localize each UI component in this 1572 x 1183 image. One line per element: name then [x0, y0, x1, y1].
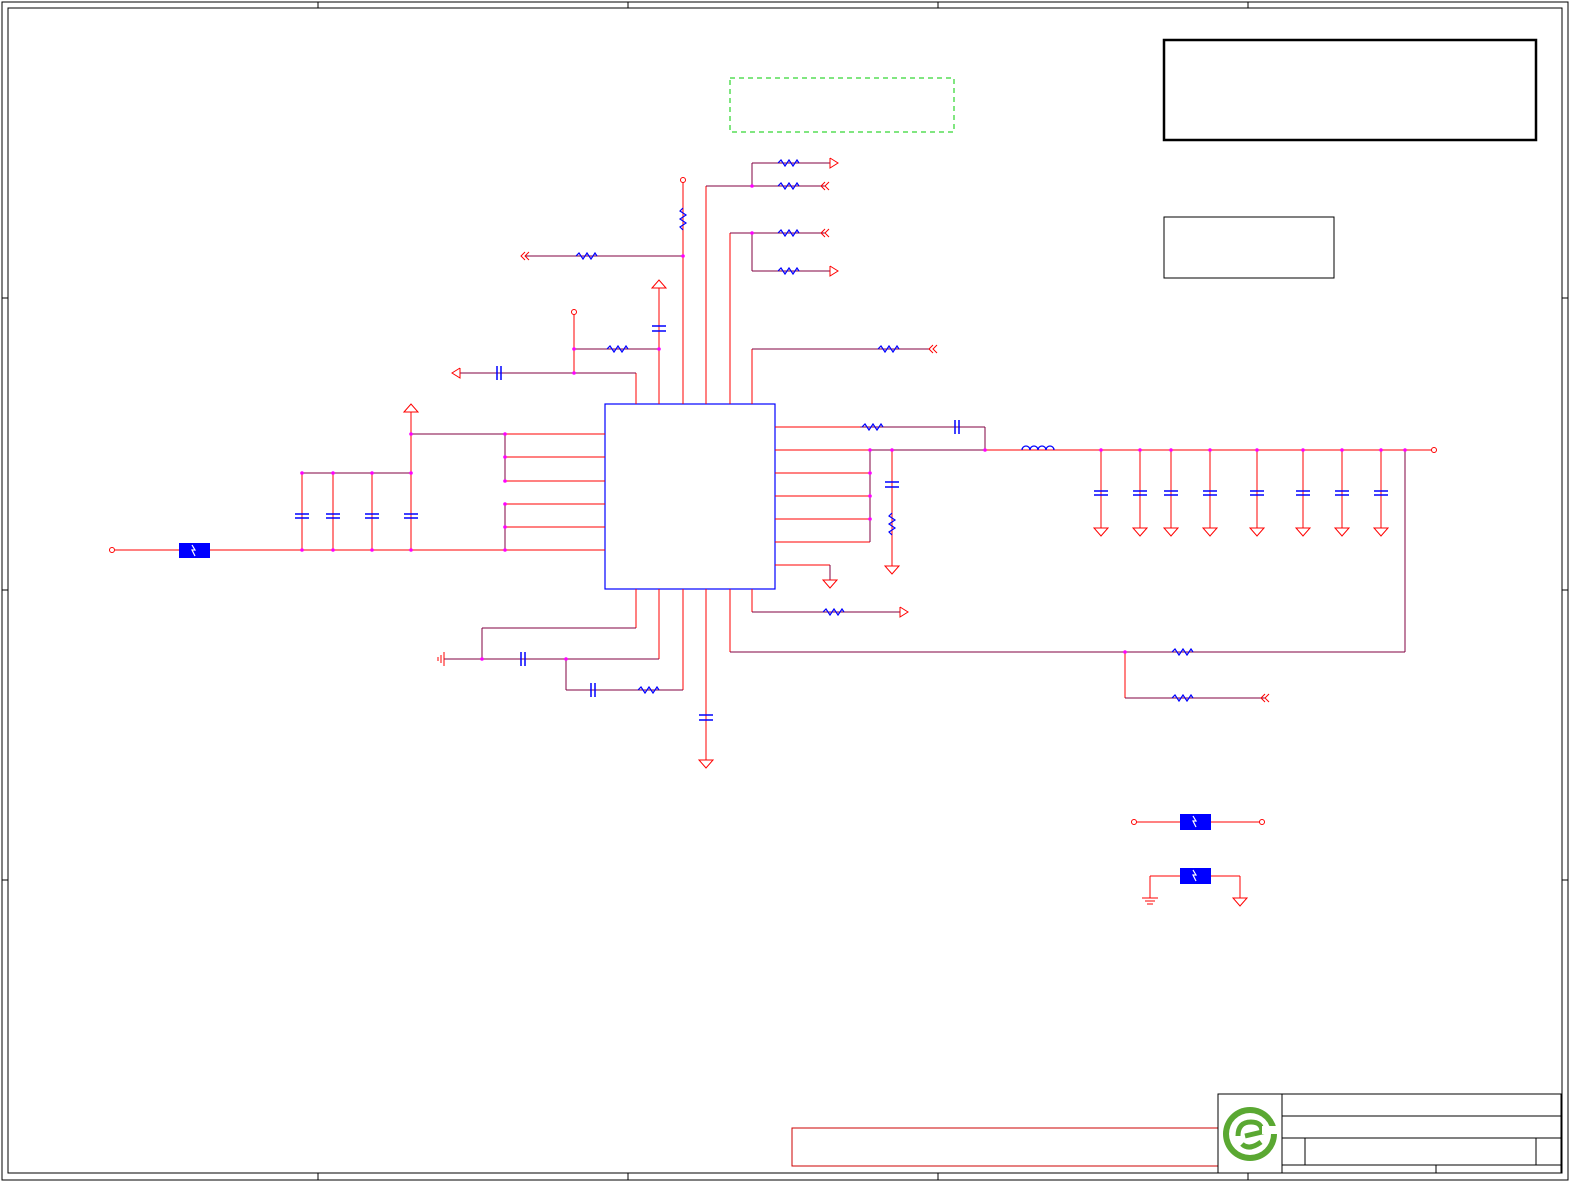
capacitor-icon	[295, 325, 1388, 721]
ferrite-bead-icon	[179, 543, 1211, 884]
schematic-sheet	[0, 0, 1572, 1183]
schematic-canvas	[1, 1, 1569, 1181]
sheet-frame	[1, 1, 1569, 1181]
port-arrows	[402, 157, 1270, 703]
net-wires	[302, 162, 1406, 699]
title-note-box	[1162, 38, 1538, 142]
main-ic-body	[604, 403, 776, 590]
inductor-icon	[1021, 445, 1055, 451]
dashed-note-box	[729, 77, 955, 133]
company-logo-icon	[1223, 1107, 1278, 1161]
junction-dots	[300, 184, 1407, 661]
ground-icon	[437, 527, 1390, 907]
disclaimer-box	[791, 1127, 1219, 1167]
revision-note-box	[1163, 216, 1335, 279]
